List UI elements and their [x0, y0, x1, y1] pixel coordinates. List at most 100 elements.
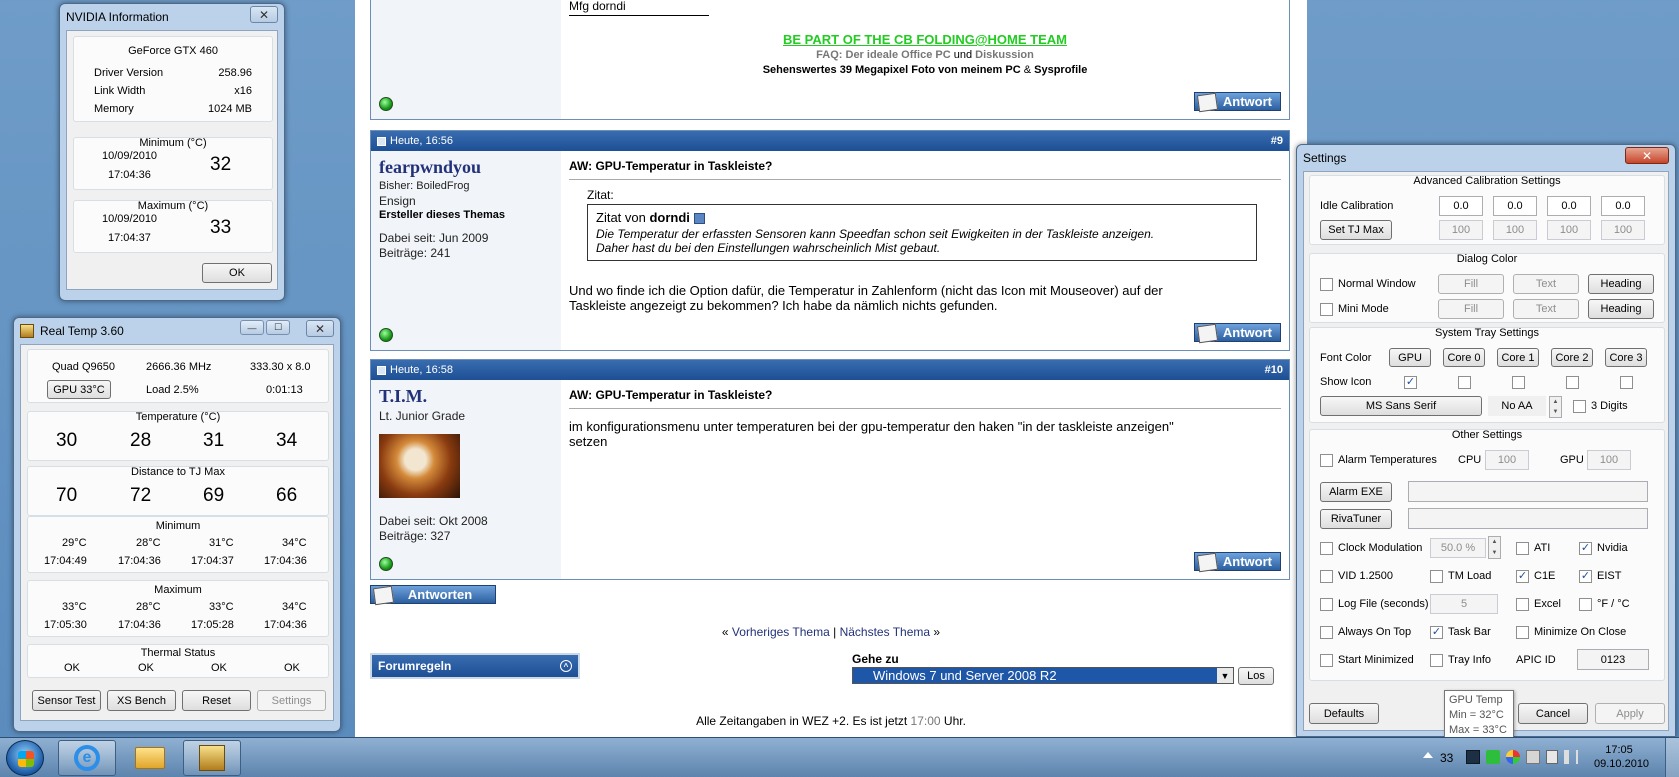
close-icon[interactable]: ✕	[250, 6, 278, 23]
discussion-link[interactable]: Diskussion	[975, 49, 1034, 61]
taskbar-ie[interactable]: e	[58, 740, 116, 776]
mini-text-button[interactable]: Text	[1513, 299, 1579, 319]
task-bar-checkbox[interactable]: ✓	[1430, 626, 1443, 639]
dropdown-arrow-icon[interactable]: ▼	[1217, 668, 1233, 683]
start-minimized-checkbox[interactable]	[1320, 654, 1333, 667]
show-hidden-icons-icon[interactable]	[1423, 752, 1433, 758]
username[interactable]: T.I.M.	[379, 386, 555, 407]
team-link[interactable]: BE PART OF THE CB FOLDING@HOME TEAM	[783, 32, 1067, 47]
tray-app-icon[interactable]	[1526, 750, 1540, 764]
cancel-button[interactable]: Cancel	[1518, 703, 1588, 724]
alarm-temperatures-checkbox[interactable]	[1320, 454, 1333, 467]
idle-cal-core2-input[interactable]: 0.0	[1547, 196, 1591, 216]
tm-load-checkbox[interactable]	[1430, 570, 1443, 583]
sensor-test-button[interactable]: Sensor Test	[32, 690, 101, 711]
normal-heading-button[interactable]: Heading	[1588, 274, 1654, 294]
settings-button[interactable]: Settings	[257, 690, 326, 711]
quote-author[interactable]: dorndi	[649, 210, 689, 225]
tray-font-button[interactable]: MS Sans Serif	[1320, 396, 1482, 416]
c1e-checkbox[interactable]: ✓	[1516, 570, 1529, 583]
log-file-checkbox[interactable]	[1320, 598, 1333, 611]
forum-rules-panel[interactable]: Forumregeln ^	[370, 653, 580, 679]
always-on-top-checkbox[interactable]	[1320, 626, 1333, 639]
taskbar-realtemp[interactable]	[183, 740, 241, 776]
photo-link[interactable]: Sehenswertes 39 Megapixel Foto von meine…	[763, 64, 1021, 76]
tray-temp-readout[interactable]: 33	[1440, 751, 1453, 765]
clock-modulation-checkbox[interactable]	[1320, 542, 1333, 555]
reply-button[interactable]: Antwort	[1194, 92, 1281, 111]
idle-cal-core1-input[interactable]: 0.0	[1493, 196, 1537, 216]
tray-info-checkbox[interactable]	[1430, 654, 1443, 667]
cpu-alarm-input[interactable]: 100	[1485, 450, 1529, 470]
tray-core1-button[interactable]: Core 1	[1497, 348, 1539, 367]
reply-thread-button[interactable]: Antworten	[370, 585, 496, 604]
sysprofile-link[interactable]: Sysprofile	[1034, 64, 1087, 76]
nvidia-checkbox[interactable]: ✓	[1579, 542, 1592, 555]
fahrenheit-checkbox[interactable]	[1579, 598, 1592, 611]
gpu-temp-button[interactable]: GPU 33°C	[47, 380, 111, 399]
taskbar-explorer[interactable]	[121, 740, 179, 776]
rivatuner-path-input[interactable]	[1408, 508, 1648, 529]
normal-fill-button[interactable]: Fill	[1438, 274, 1504, 294]
tray-core2-button[interactable]: Core 2	[1551, 348, 1593, 367]
post-number[interactable]: #9	[1271, 135, 1283, 147]
ok-button[interactable]: OK	[202, 263, 272, 283]
prev-thread-link[interactable]: Vorheriges Thema	[732, 625, 830, 639]
username[interactable]: fearpwndyou	[379, 157, 555, 178]
eist-checkbox[interactable]: ✓	[1579, 570, 1592, 583]
minimize-icon[interactable]: —	[240, 320, 264, 335]
alarm-exe-button[interactable]: Alarm EXE	[1320, 482, 1392, 502]
user-avatar[interactable]	[379, 434, 460, 498]
show-icon-core3-checkbox[interactable]	[1620, 376, 1633, 389]
reply-button[interactable]: Antwort	[1194, 552, 1281, 571]
faq-link[interactable]: Der ideale Office PC	[846, 49, 951, 61]
antialias-spinner[interactable]: ▲ ▼	[1549, 396, 1562, 418]
tjmax-core2-input[interactable]: 100	[1547, 220, 1591, 240]
show-icon-core0-checkbox[interactable]	[1458, 376, 1471, 389]
tray-gpu-button[interactable]: GPU	[1389, 348, 1431, 367]
gpu-alarm-input[interactable]: 100	[1587, 450, 1631, 470]
close-icon[interactable]: ✕	[1625, 147, 1669, 164]
post-number[interactable]: #10	[1265, 364, 1283, 376]
clock-modulation-spinner[interactable]: ▲ ▼	[1488, 536, 1501, 559]
tjmax-core0-input[interactable]: 100	[1439, 220, 1483, 240]
show-icon-core2-checkbox[interactable]	[1566, 376, 1579, 389]
rivatuner-button[interactable]: RivaTuner	[1320, 509, 1392, 529]
reset-button[interactable]: Reset	[182, 690, 251, 711]
tjmax-core1-input[interactable]: 100	[1493, 220, 1537, 240]
three-digits-checkbox[interactable]	[1573, 400, 1586, 413]
normal-text-button[interactable]: Text	[1513, 274, 1579, 294]
ati-checkbox[interactable]	[1516, 542, 1529, 555]
vid-checkbox[interactable]	[1320, 570, 1333, 583]
idle-cal-core0-input[interactable]: 0.0	[1439, 196, 1483, 216]
set-tjmax-button[interactable]: Set TJ Max	[1320, 220, 1392, 240]
tray-monitor-icon[interactable]	[1466, 750, 1480, 764]
goto-submit-button[interactable]: Los	[1238, 667, 1274, 685]
apply-button[interactable]: Apply	[1595, 703, 1665, 724]
alarm-exe-path-input[interactable]	[1408, 481, 1648, 502]
collapse-icon[interactable]: ^	[560, 660, 572, 672]
tray-flag-icon[interactable]	[1546, 750, 1558, 764]
mini-heading-button[interactable]: Heading	[1588, 299, 1654, 319]
excel-checkbox[interactable]	[1516, 598, 1529, 611]
log-interval-input[interactable]: 5	[1430, 594, 1498, 614]
xs-bench-button[interactable]: XS Bench	[107, 690, 176, 711]
clock-modulation-input[interactable]: 50.0 %	[1430, 538, 1486, 558]
idle-cal-core3-input[interactable]: 0.0	[1601, 196, 1645, 216]
next-thread-link[interactable]: Nächstes Thema	[840, 625, 931, 639]
maximize-icon[interactable]: ☐	[266, 320, 290, 335]
goto-select[interactable]: Windows 7 und Server 2008 R2 ▼	[852, 667, 1234, 684]
tray-core3-button[interactable]: Core 3	[1605, 348, 1647, 367]
tray-core0-button[interactable]: Core 0	[1443, 348, 1485, 367]
mini-fill-button[interactable]: Fill	[1438, 299, 1504, 319]
defaults-button[interactable]: Defaults	[1309, 703, 1379, 724]
tray-green-icon[interactable]	[1486, 750, 1500, 764]
show-desktop-button[interactable]	[1665, 738, 1679, 777]
tray-volume-icon[interactable]	[1564, 750, 1578, 764]
mini-mode-checkbox[interactable]	[1320, 303, 1333, 316]
close-icon[interactable]: ✕	[306, 320, 334, 337]
minimize-on-close-checkbox[interactable]	[1516, 626, 1529, 639]
show-icon-gpu-checkbox[interactable]: ✓	[1404, 376, 1417, 389]
normal-window-checkbox[interactable]	[1320, 278, 1333, 291]
tray-network-icon[interactable]	[1506, 750, 1520, 764]
